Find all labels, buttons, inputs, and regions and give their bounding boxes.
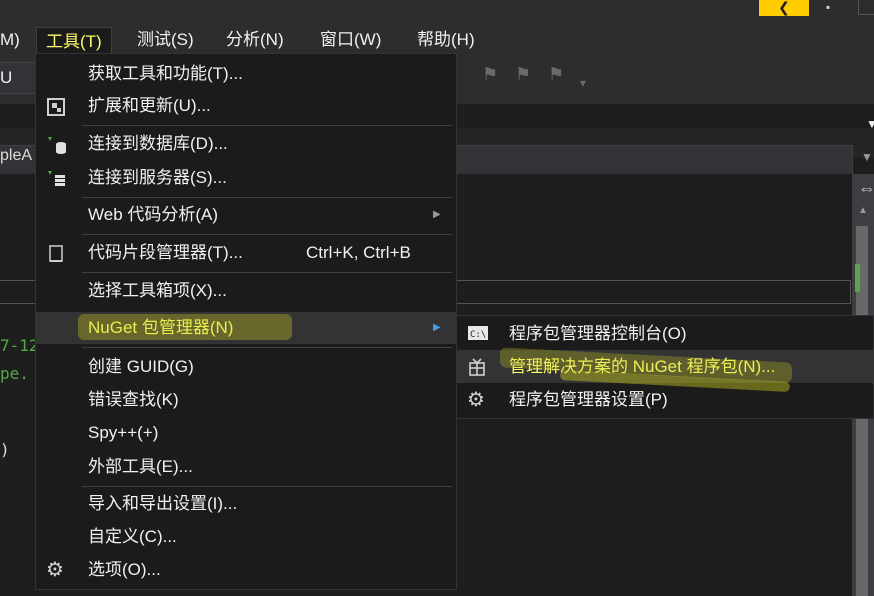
menu-item-spy[interactable]: Spy++(+)	[36, 417, 456, 449]
menu-item-customize[interactable]: 自定义(C)...	[36, 521, 456, 553]
menu-item-label: 获取工具和功能(T)...	[88, 64, 243, 83]
menu-item-label: Spy++(+)	[88, 423, 159, 442]
feedback-icon[interactable]: ❮	[759, 0, 809, 16]
chevron-down-icon[interactable]: ▼	[861, 150, 873, 164]
menu-separator	[82, 347, 452, 348]
menu-item-label: 自定义(C)...	[88, 527, 177, 546]
menu-item-connect-database[interactable]: 连接到数据库(D)...	[36, 128, 456, 160]
scroll-up-icon[interactable]: ▲	[858, 205, 868, 216]
menu-item-label: 代码片段管理器(T)...	[88, 243, 243, 262]
menu-item-label: 创建 GUID(G)	[88, 357, 194, 376]
menu-separator	[82, 486, 452, 487]
submenu-item-label: 程序包管理器控制台(O)	[509, 324, 687, 343]
menu-item-label: 选择工具箱项(X)...	[88, 281, 227, 300]
submenu-arrow-icon: ▶	[433, 209, 441, 220]
submenu-item-package-manager-settings[interactable]: ⚙ 程序包管理器设置(P)	[457, 383, 874, 416]
menu-item-label: 外部工具(E)...	[88, 457, 193, 476]
menu-item-web-code-analysis[interactable]: Web 代码分析(A) ▶	[36, 199, 456, 231]
menu-item-options[interactable]: ⚙ 选项(O)...	[36, 554, 456, 586]
server-connect-icon	[46, 169, 66, 187]
split-window-icon[interactable]: ⇔	[858, 178, 874, 199]
menu-window[interactable]: 窗口(W)	[320, 24, 381, 56]
menu-item-external-tools[interactable]: 外部工具(E)...	[36, 451, 456, 483]
menu-item-extensions[interactable]: 扩展和更新(U)...	[36, 90, 456, 122]
menu-separator	[82, 234, 452, 235]
tools-menu: 获取工具和功能(T)... 扩展和更新(U)... 连接到数据库(D)... 连…	[35, 53, 457, 590]
nuget-submenu: C:\ 程序包管理器控制台(O) 管理解决方案的 NuGet 程序包(N)...…	[456, 315, 874, 419]
package-icon	[467, 357, 489, 377]
menu-analyze[interactable]: 分析(N)	[226, 24, 284, 56]
menu-item-label: Web 代码分析(A)	[88, 205, 219, 224]
menu-item-label: 连接到数据库(D)...	[88, 134, 228, 153]
menu-bar: M) 工具(T) 测试(S) 分析(N) 窗口(W) 帮助(H)	[0, 24, 874, 57]
configuration-combo[interactable]: U	[0, 62, 37, 94]
bookmark-prev-icon[interactable]: ⚑	[482, 64, 498, 85]
quick-launch-box[interactable]	[858, 0, 874, 15]
menu-partial-item[interactable]: M)	[0, 24, 20, 56]
menu-item-label: NuGet 包管理器(N)	[88, 318, 234, 337]
menu-item-create-guid[interactable]: 创建 GUID(G)	[36, 351, 456, 383]
database-connect-icon	[46, 135, 66, 154]
extensions-icon	[46, 97, 66, 116]
bookmark-next-icon[interactable]: ⚑	[515, 64, 531, 85]
svg-text:C:\: C:\	[470, 330, 486, 340]
menu-item-nuget-package-manager[interactable]: NuGet 包管理器(N) ▶	[36, 312, 456, 344]
menu-item-connect-server[interactable]: 连接到服务器(S)...	[36, 162, 456, 194]
code-line: 7-12	[0, 336, 39, 355]
menu-item-error-lookup[interactable]: 错误查找(K)	[36, 384, 456, 416]
menu-item-label: 导入和导出设置(I)...	[88, 494, 238, 513]
submenu-arrow-icon: ▶	[433, 322, 441, 333]
change-marker	[855, 264, 860, 292]
menu-item-import-export-settings[interactable]: 导入和导出设置(I)...	[36, 488, 456, 520]
submenu-item-manage-solution-packages[interactable]: 管理解决方案的 NuGet 程序包(N)...	[457, 350, 874, 383]
menu-item-label: 选项(O)...	[88, 560, 161, 579]
menu-item-get-tools[interactable]: 获取工具和功能(T)...	[36, 58, 456, 90]
menu-item-shortcut: Ctrl+K, Ctrl+B	[306, 243, 411, 262]
menu-test[interactable]: 测试(S)	[137, 24, 194, 56]
submenu-item-label: 程序包管理器设置(P)	[509, 390, 668, 409]
menu-item-snippet-manager[interactable]: 代码片段管理器(T)... Ctrl+K, Ctrl+B	[36, 237, 456, 269]
submenu-item-package-manager-console[interactable]: C:\ 程序包管理器控制台(O)	[457, 317, 874, 350]
menu-separator	[82, 125, 452, 126]
navigation-combo-text: pleA	[0, 147, 33, 164]
menu-item-label: 错误查找(K)	[88, 390, 179, 409]
gear-icon: ⚙	[46, 559, 64, 581]
pin-icon[interactable]: ▪	[817, 0, 839, 14]
bookmark-clear-icon[interactable]: ⚑	[548, 64, 564, 85]
menu-separator	[82, 197, 452, 198]
menu-separator	[82, 272, 452, 273]
gear-icon: ⚙	[467, 389, 485, 411]
menu-item-choose-toolbox-items[interactable]: 选择工具箱项(X)...	[36, 275, 456, 307]
toolbar-overflow-icon[interactable]: ▾	[580, 76, 586, 90]
menu-item-label: 连接到服务器(S)...	[88, 168, 227, 187]
submenu-item-label: 管理解决方案的 NuGet 程序包(N)...	[509, 357, 776, 376]
snippet-icon	[46, 244, 66, 262]
menu-help[interactable]: 帮助(H)	[417, 24, 475, 56]
title-bar	[0, 0, 874, 24]
code-line: )	[0, 440, 10, 459]
menu-item-label: 扩展和更新(U)...	[88, 96, 211, 115]
console-icon: C:\	[467, 324, 489, 344]
